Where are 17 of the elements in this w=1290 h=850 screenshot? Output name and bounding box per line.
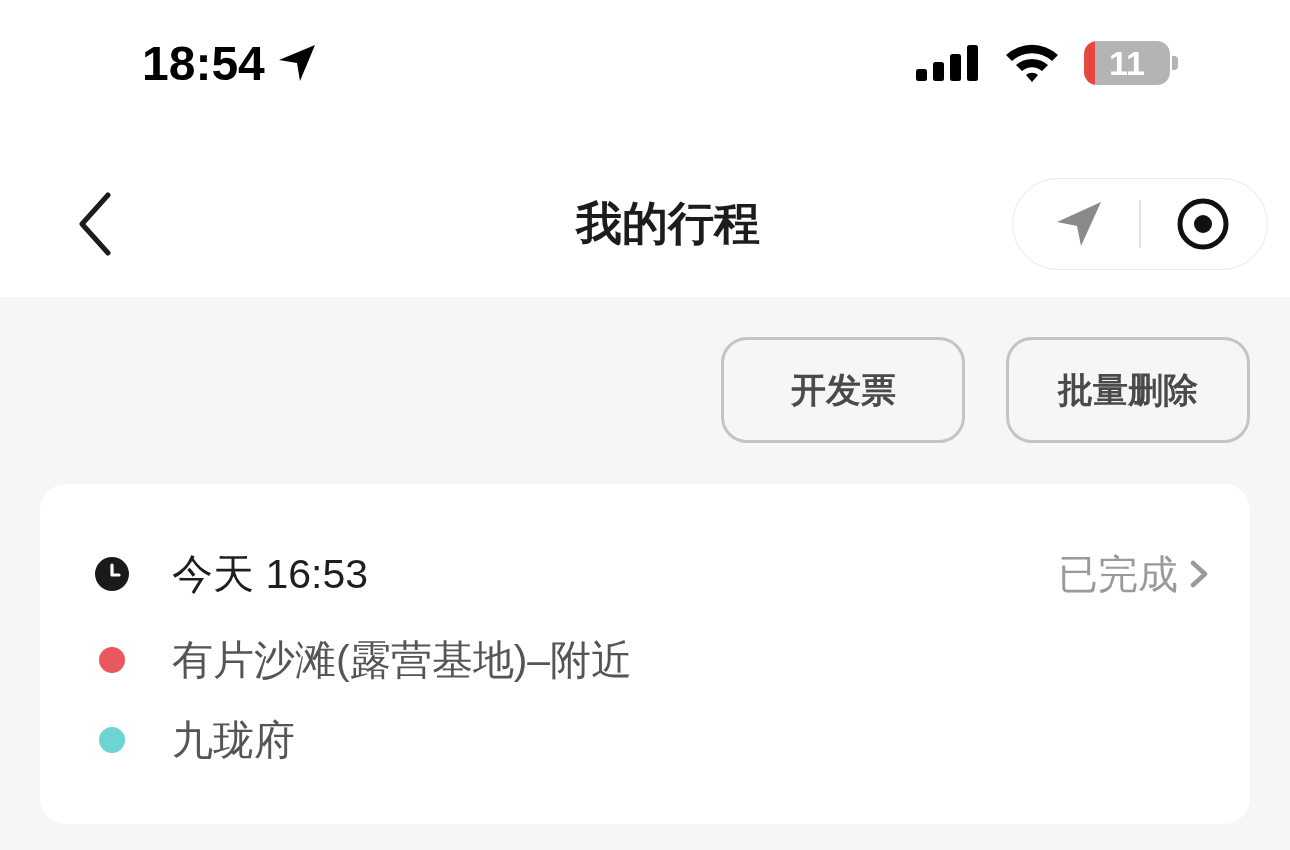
chevron-right-icon: [1190, 560, 1208, 588]
trip-time: 今天 16:53: [172, 549, 368, 599]
signal-icon: [916, 45, 980, 81]
navigation-arrow-icon: [1055, 199, 1103, 248]
clock-icon: [95, 557, 129, 591]
wifi-icon: [1004, 43, 1060, 83]
battery-percent: 11: [1108, 42, 1146, 84]
action-button[interactable]: 开发票: [721, 337, 965, 443]
action-button[interactable]: 批量删除: [1006, 337, 1250, 443]
target-icon: [1177, 197, 1229, 250]
navigation-arrow-button[interactable]: [1055, 199, 1103, 248]
stop-name: 有片沙滩(露营基地)–附近: [172, 635, 633, 685]
trip-card[interactable]: 今天 16:53 已完成 有片沙滩(露营基地)–附近 九珑府: [40, 484, 1250, 824]
status-time: 18:54: [142, 35, 265, 91]
target-button[interactable]: [1177, 197, 1229, 250]
page-title: 我的行程: [576, 195, 760, 251]
stop-name: 九珑府: [172, 715, 295, 765]
